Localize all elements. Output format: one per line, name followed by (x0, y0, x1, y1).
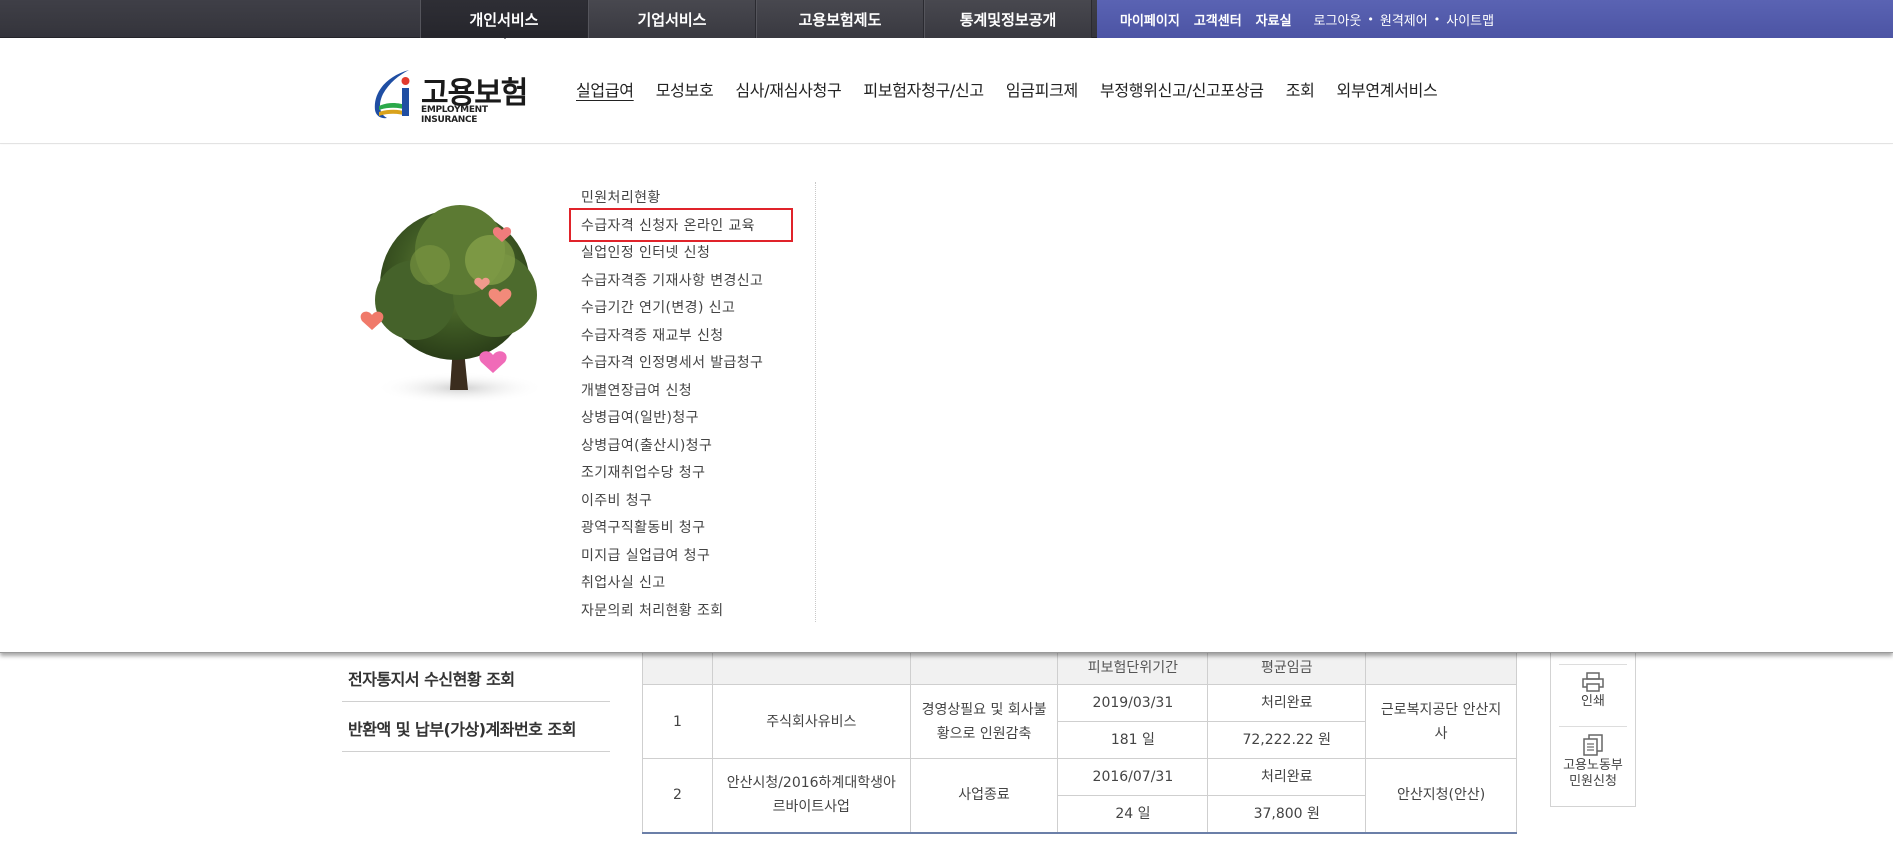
table-header: 평균임금 (1207, 648, 1367, 685)
tab-business-service[interactable]: 기업서비스 (588, 0, 756, 38)
submenu-item-early-reemployment[interactable]: 조기재취업수당 청구 (581, 460, 811, 488)
table-header (711, 648, 911, 685)
tab-insurance-system[interactable]: 고용보험제도 (756, 0, 924, 38)
table-header: 피보험단위기간 (1057, 648, 1209, 685)
submenu-item-unemployment-recognition[interactable]: 실업인정 인터넷 신청 (581, 240, 811, 268)
separation-reason: 경영상필요 및 회사불황으로 인원감축 (909, 684, 1059, 759)
row-number: 1 (642, 684, 713, 759)
office-name: 안산지청(안산) (1365, 758, 1517, 834)
history-table: 피보험단위기간 평균임금 1 주식회사유비스 경영상필요 및 회사불황으로 인원… (642, 648, 1517, 834)
submenu-item-employment-report[interactable]: 취업사실 신고 (581, 570, 811, 598)
submenu-list: 민원처리현황 수급자격 신청자 온라인 교육 실업인정 인터넷 신청 수급자격증… (581, 185, 811, 625)
logo-english-text: EMPLOYMENT INSURANCE (421, 105, 488, 125)
quick-divider (1559, 664, 1627, 665)
separator-dot: • (1367, 12, 1374, 26)
logo-mark-icon (374, 70, 410, 119)
mypage-link[interactable]: 마이페이지 (1120, 10, 1180, 29)
print-button[interactable]: 인쇄 (1551, 672, 1635, 710)
submenu-item-statement-request[interactable]: 수급자격 인정명세서 발급청구 (581, 350, 811, 378)
submenu-item-period-extension[interactable]: 수급기간 연기(변경) 신고 (581, 295, 811, 323)
table-header-row: 피보험단위기간 평균임금 (642, 648, 1517, 685)
tree-illustration-icon (360, 205, 545, 404)
complaint-label-1: 고용노동부 (1563, 758, 1623, 773)
menu-review-claim[interactable]: 심사/재심사청구 (735, 77, 841, 101)
printer-icon (1582, 672, 1604, 692)
table-header (642, 648, 713, 685)
process-status: 처리완료 (1207, 684, 1367, 722)
menu-inquiry[interactable]: 조회 (1286, 77, 1315, 101)
list-item-refund-account[interactable]: 반환액 및 납부(가상)계좌번호 조회 (342, 702, 610, 752)
submenu-item-relocation[interactable]: 이주비 청구 (581, 488, 811, 516)
office-name: 근로복지공단 안산지사 (1365, 684, 1517, 759)
print-label: 인쇄 (1581, 694, 1605, 709)
submenu-item-sickness-maternity[interactable]: 상병급여(출산시)청구 (581, 433, 811, 461)
insured-days: 181 일 (1057, 721, 1209, 759)
average-wage: 37,800 원 (1207, 795, 1367, 834)
tab-statistics[interactable]: 통계및정보공개 (924, 0, 1092, 38)
menu-wage-peak[interactable]: 임금피크제 (1006, 77, 1078, 101)
highlight-box (569, 208, 793, 242)
sitemap-link[interactable]: 사이트맵 (1446, 10, 1494, 29)
table-header (909, 648, 1059, 685)
remote-control-link[interactable]: 원격제어 (1380, 10, 1428, 29)
submenu-item-certificate-reissue[interactable]: 수급자격증 재교부 신청 (581, 323, 811, 351)
complaint-button[interactable]: 고용노동부 민원신청 (1551, 734, 1635, 790)
utility-links: 마이페이지 고객센터 자료실 로그아웃 • 원격제어 • 사이트맵 (1120, 0, 1494, 38)
average-wage: 72,222.22 원 (1207, 721, 1367, 759)
left-sub-list: 전자통지서 수신현황 조회 반환액 및 납부(가상)계좌번호 조회 (342, 652, 610, 752)
customer-center-link[interactable]: 고객센터 (1194, 10, 1242, 29)
submenu-item-individual-extension[interactable]: 개별연장급여 신청 (581, 378, 811, 406)
top-nav: 개인서비스 기업서비스 고용보험제도 통계및정보공개 (420, 0, 1092, 39)
resources-link[interactable]: 자료실 (1256, 10, 1292, 29)
menu-fraud-report[interactable]: 부정행위신고/신고포상금 (1100, 77, 1264, 101)
logo[interactable]: 고용보험 EMPLOYMENT INSURANCE (369, 64, 537, 125)
main-menu: 실업급여 모성보호 심사/재심사청구 피보험자청구/신고 임금피크제 부정행위신… (576, 77, 1438, 101)
mega-menu-dropdown: 민원처리현황 수급자격 신청자 온라인 교육 실업인정 인터넷 신청 수급자격증… (0, 145, 1893, 653)
table-row: 2 안산시청/2016하계대학생아르바이트사업 사업종료 2016/07/31 … (642, 758, 1517, 834)
separation-reason: 사업종료 (909, 758, 1059, 834)
history-table-wrap: 피보험단위기간 평균임금 1 주식회사유비스 경영상필요 및 회사불황으로 인원… (642, 648, 1517, 834)
separation-date: 2016/07/31 (1057, 758, 1209, 796)
document-icon (1583, 734, 1603, 756)
submenu-item-advisory-status[interactable]: 자문의뢰 처리현황 조회 (581, 598, 811, 626)
row-number: 2 (642, 758, 713, 834)
global-nav: 고용보험 EMPLOYMENT INSURANCE 실업급여 모성보호 심사/재… (0, 39, 1893, 144)
submenu-item-sickness-general[interactable]: 상병급여(일반)청구 (581, 405, 811, 433)
company-name: 주식회사유비스 (711, 684, 911, 759)
separator-dot: • (1433, 12, 1441, 26)
company-name: 안산시청/2016하계대학생아르바이트사업 (711, 758, 911, 834)
list-item-notice-status[interactable]: 전자통지서 수신현황 조회 (342, 652, 610, 702)
table-row: 1 주식회사유비스 경영상필요 및 회사불황으로 인원감축 2019/03/31… (642, 684, 1517, 759)
table-header (1365, 648, 1517, 685)
menu-unemployment-benefit[interactable]: 실업급여 (576, 77, 634, 101)
top-bar: 개인서비스 기업서비스 고용보험제도 통계및정보공개 마이페이지 고객센터 자료… (0, 0, 1893, 39)
submenu-item-unpaid-benefit[interactable]: 미지급 실업급여 청구 (581, 543, 811, 571)
separation-date: 2019/03/31 (1057, 684, 1209, 722)
logout-link[interactable]: 로그아웃 (1314, 10, 1362, 29)
process-status: 처리완료 (1207, 758, 1367, 796)
quick-menu: 인쇄 고용노동부 민원신청 (1550, 650, 1636, 807)
submenu-item-certificate-change[interactable]: 수급자격증 기재사항 변경신고 (581, 268, 811, 296)
menu-insured-claim[interactable]: 피보험자청구/신고 (863, 77, 984, 101)
tab-personal-service[interactable]: 개인서비스 (420, 0, 588, 39)
insured-days: 24 일 (1057, 795, 1209, 834)
complaint-label-2: 민원신청 (1569, 774, 1617, 789)
menu-external-service[interactable]: 외부연계서비스 (1337, 77, 1438, 101)
quick-divider (1559, 726, 1627, 727)
submenu-item-job-search-expense[interactable]: 광역구직활동비 청구 (581, 515, 811, 543)
menu-maternity-protection[interactable]: 모성보호 (656, 77, 714, 101)
vertical-divider (815, 182, 816, 622)
